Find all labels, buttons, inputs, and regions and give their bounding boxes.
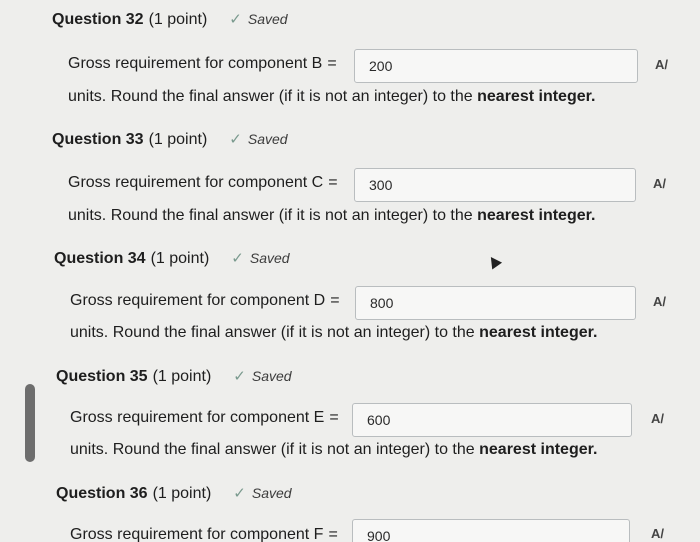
question-prompt: Gross requirement for component D =	[70, 292, 340, 310]
equals-sign: =	[328, 174, 338, 191]
answer-input-36[interactable]: 900	[352, 519, 630, 542]
answer-instructions: units. Round the final answer (if it is …	[68, 88, 595, 106]
question-header-35: Question 35 (1 point) ✓ Saved	[56, 367, 292, 386]
equals-sign: =	[330, 292, 340, 309]
question-prompt: Gross requirement for component B =	[68, 55, 337, 73]
question-number: Question 34	[54, 250, 146, 267]
question-prompt: Gross requirement for component F =	[70, 526, 338, 542]
question-points: (1 point)	[152, 485, 212, 502]
instruction-emphasis: nearest integer.	[477, 207, 596, 224]
answer-input-35[interactable]: 600	[352, 403, 632, 437]
spell-check-icon[interactable]: A/	[651, 526, 664, 541]
question-header-33: Question 33 (1 point) ✓ Saved	[52, 130, 288, 149]
saved-label: Saved	[251, 368, 292, 384]
answer-instructions: units. Round the final answer (if it is …	[70, 324, 597, 342]
quiz-page: Question 32 (1 point) ✓ Saved Gross requi…	[0, 0, 700, 542]
check-icon: ✓	[233, 485, 246, 502]
question-number: Question 36	[56, 485, 148, 502]
question-header-34: Question 34 (1 point) ✓ Saved	[54, 249, 290, 268]
equals-sign: =	[327, 55, 337, 72]
answer-instructions: units. Round the final answer (if it is …	[70, 441, 597, 459]
question-points: (1 point)	[148, 131, 208, 148]
equals-sign: =	[329, 409, 339, 426]
answer-instructions: units. Round the final answer (if it is …	[68, 207, 595, 225]
saved-status: ✓ Saved	[233, 367, 291, 385]
instruction-emphasis: nearest integer.	[479, 441, 598, 458]
check-icon: ✓	[229, 11, 242, 28]
saved-label: Saved	[247, 11, 288, 27]
question-header-32: Question 32 (1 point) ✓ Saved	[52, 10, 288, 29]
question-number: Question 33	[52, 131, 144, 148]
prompt-text: Gross requirement for component B	[68, 55, 323, 72]
saved-label: Saved	[251, 485, 292, 501]
check-icon: ✓	[231, 250, 244, 267]
equals-sign: =	[328, 526, 338, 542]
question-number: Question 32	[52, 11, 144, 28]
instruction-text: units. Round the final answer (if it is …	[70, 324, 475, 341]
check-icon: ✓	[229, 131, 242, 148]
spell-check-icon[interactable]: A/	[655, 57, 668, 72]
scrollbar-thumb[interactable]	[25, 384, 35, 462]
spell-check-icon[interactable]: A/	[653, 176, 666, 191]
spell-check-icon[interactable]: A/	[653, 294, 666, 309]
saved-status: ✓ Saved	[231, 249, 289, 267]
question-points: (1 point)	[148, 11, 208, 28]
question-prompt: Gross requirement for component E =	[70, 409, 339, 427]
question-points: (1 point)	[150, 250, 210, 267]
instruction-text: units. Round the final answer (if it is …	[70, 441, 475, 458]
saved-status: ✓ Saved	[229, 10, 287, 28]
saved-status: ✓ Saved	[233, 484, 291, 502]
instruction-emphasis: nearest integer.	[479, 324, 598, 341]
prompt-text: Gross requirement for component D	[70, 292, 326, 309]
question-header-36: Question 36 (1 point) ✓ Saved	[56, 484, 292, 503]
prompt-text: Gross requirement for component F	[70, 526, 324, 542]
answer-input-32[interactable]: 200	[354, 49, 638, 83]
saved-label: Saved	[249, 250, 290, 266]
check-icon: ✓	[233, 368, 246, 385]
instruction-text: units. Round the final answer (if it is …	[68, 207, 473, 224]
question-number: Question 35	[56, 368, 148, 385]
mouse-cursor-icon	[485, 253, 503, 270]
saved-label: Saved	[247, 131, 288, 147]
question-points: (1 point)	[152, 368, 212, 385]
answer-input-34[interactable]: 800	[355, 286, 636, 320]
spell-check-icon[interactable]: A/	[651, 411, 664, 426]
instruction-emphasis: nearest integer.	[477, 88, 596, 105]
answer-input-33[interactable]: 300	[354, 168, 636, 202]
instruction-text: units. Round the final answer (if it is …	[68, 88, 473, 105]
saved-status: ✓ Saved	[229, 130, 287, 148]
question-prompt: Gross requirement for component C =	[68, 174, 338, 192]
prompt-text: Gross requirement for component E	[70, 409, 325, 426]
prompt-text: Gross requirement for component C	[68, 174, 324, 191]
